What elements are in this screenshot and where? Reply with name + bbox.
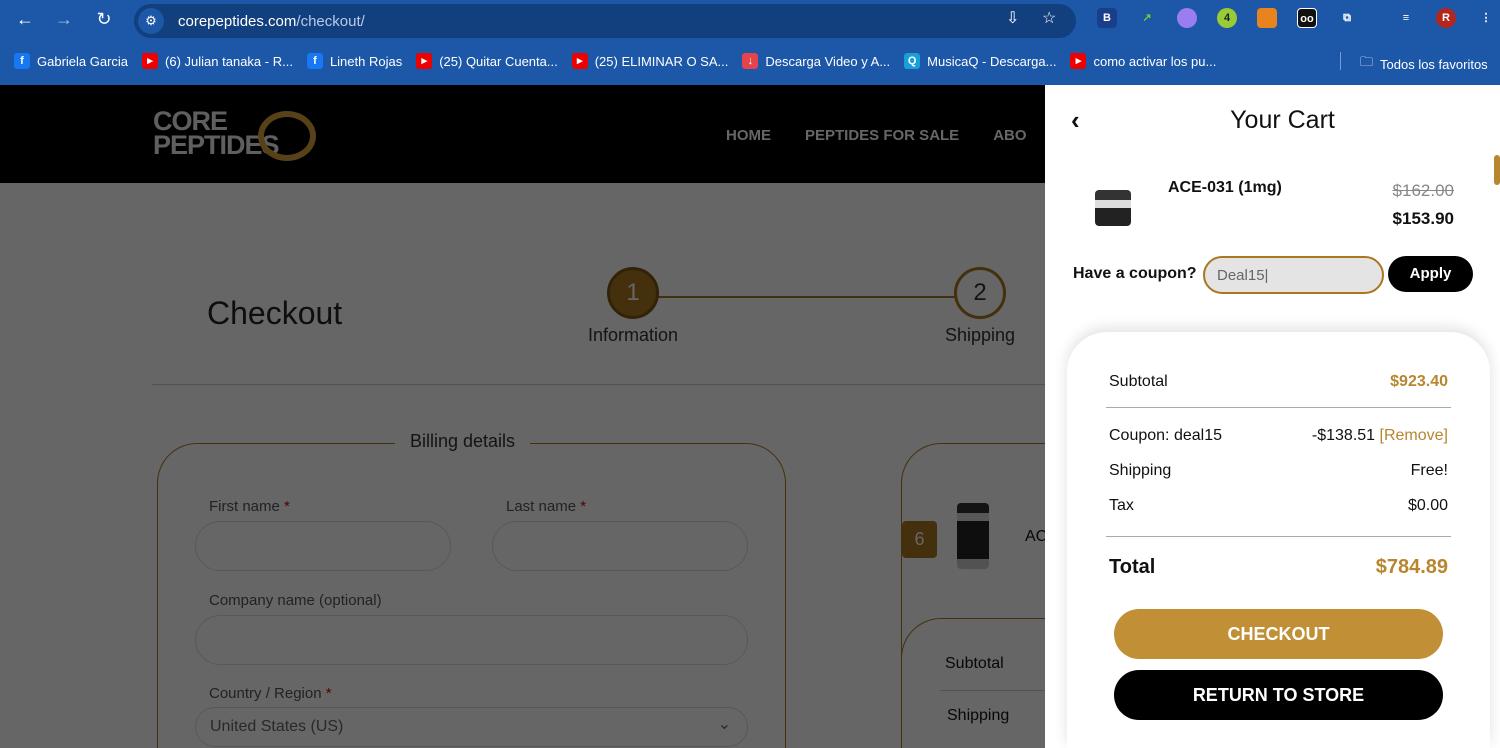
bookmark-item[interactable]: ↓ Descarga Video y A... xyxy=(742,53,890,69)
site-logo[interactable]: CORE PEPTIDES xyxy=(153,108,316,161)
cart-item-image xyxy=(1095,190,1131,226)
bookmark-star-icon[interactable]: ☆ xyxy=(1042,8,1056,28)
youtube-icon: ▸ xyxy=(416,53,433,69)
profile-avatar[interactable]: R xyxy=(1436,8,1456,28)
shipping-value: Free! xyxy=(1410,462,1448,479)
youtube-icon: ▸ xyxy=(142,53,159,69)
company-label: Company name (optional) xyxy=(209,592,382,609)
page-title: Checkout xyxy=(207,295,343,331)
remove-coupon-link[interactable]: [Remove] xyxy=(1380,427,1448,444)
facebook-icon: f xyxy=(306,53,323,69)
coupon-label: Have a coupon? xyxy=(1073,265,1197,282)
nav-home[interactable]: HOME xyxy=(726,127,771,144)
bookmark-item[interactable]: Q MusicaQ - Descarga... xyxy=(904,53,1056,69)
company-input[interactable] xyxy=(195,615,748,665)
bookmark-label: (6) Julian tanaka - R... xyxy=(165,53,293,69)
bookmark-label: Descarga Video y A... xyxy=(765,53,891,69)
country-label: Country / Region * xyxy=(209,685,332,702)
quantity-badge: 6 xyxy=(902,521,937,558)
order-totals-box xyxy=(901,618,1045,748)
extension-glasses-icon[interactable]: oo xyxy=(1297,8,1317,28)
tax-value: $0.00 xyxy=(1407,497,1448,514)
bookmark-item[interactable]: f Gabriela Garcia xyxy=(14,53,128,69)
step-shipping[interactable]: 2 Shipping xyxy=(930,267,1030,346)
total-label: Total xyxy=(1109,556,1156,578)
extension-badge-icon[interactable]: 4 xyxy=(1217,8,1237,28)
extensions-puzzle-icon[interactable]: ⧉ xyxy=(1337,8,1357,28)
bookmark-label: Lineth Rojas xyxy=(329,53,403,69)
tax-label: Tax xyxy=(1109,497,1134,514)
youtube-icon: ▸ xyxy=(571,53,588,69)
bookmark-item[interactable]: ▸ (6) Julian tanaka - R... xyxy=(142,53,293,69)
shipping-label: Shipping xyxy=(1109,462,1172,479)
back-icon[interactable]: ← xyxy=(13,9,37,30)
address-bar[interactable]: ⚙ corepeptides.com/checkout/ xyxy=(134,4,1076,38)
billing-title: Billing details xyxy=(395,431,531,452)
first-name-input[interactable] xyxy=(195,521,451,571)
cart-item-name[interactable]: ACE-031 (1mg) xyxy=(1168,179,1282,197)
site-info-icon[interactable]: ⚙ xyxy=(138,8,164,34)
cart-item-price: $153.90 xyxy=(1392,209,1454,228)
step-connector xyxy=(658,296,958,298)
coupon-line-label: Coupon: deal15 xyxy=(1109,427,1222,444)
bookmark-label: (25) Quitar Cuenta... xyxy=(439,53,558,69)
metamask-icon[interactable] xyxy=(1257,8,1277,28)
cart-drawer: ‹ Your Cart ACE-031 (1mg) $162.00 $153.9… xyxy=(1045,85,1500,748)
cart-totals: Subtotal $923.40 Coupon: deal15 -$138.51 [… xyxy=(1067,332,1490,748)
return-to-store-button[interactable]: RETURN TO STORE xyxy=(1114,670,1443,720)
bookmark-label: MusicaQ - Descarga... xyxy=(927,53,1057,69)
nav-about[interactable]: ABO xyxy=(993,127,1026,144)
folder-icon: 🗀 xyxy=(1360,54,1374,69)
musicaq-icon: Q xyxy=(904,53,921,69)
bookmark-item[interactable]: ▸ (25) Quitar Cuenta... xyxy=(416,53,558,69)
menu-kebab-icon[interactable]: ⋮ xyxy=(1476,8,1496,28)
checkout-page-dimmed[interactable]: CORE PEPTIDES HOME PEPTIDES FOR SALE ABO … xyxy=(0,85,1045,748)
all-bookmarks[interactable]: 🗀 Todos los favoritos xyxy=(1360,53,1488,75)
extension-chart-icon[interactable]: ↗ xyxy=(1137,8,1157,28)
order-shipping-label: Shipping xyxy=(947,707,1010,724)
product-image xyxy=(957,503,989,569)
cart-item-old-price: $162.00 xyxy=(1392,181,1454,200)
country-select[interactable]: United States (US) ⌄ xyxy=(195,707,748,747)
bookmark-label: Gabriela Garcia xyxy=(37,53,129,69)
media-control-icon[interactable]: ≡ xyxy=(1396,8,1416,28)
subtotal-value: $923.40 xyxy=(1390,373,1448,390)
coupon-discount: -$138.51 xyxy=(1311,427,1376,444)
cart-title: Your Cart xyxy=(1230,106,1335,134)
all-bookmarks-label: Todos los favoritos xyxy=(1380,56,1488,72)
facebook-icon: f xyxy=(14,53,30,69)
apply-coupon-button[interactable]: Apply xyxy=(1388,256,1473,292)
extension-shield-icon[interactable]: B xyxy=(1097,8,1117,28)
order-subtotal-label: Subtotal xyxy=(945,655,1004,672)
download-icon: ↓ xyxy=(742,53,759,69)
bookmark-item[interactable]: ▸ como activar los pu... xyxy=(1070,53,1216,69)
subtotal-label: Subtotal xyxy=(1109,373,1168,390)
reload-icon[interactable]: ↻ xyxy=(92,9,116,30)
extension-ghost-icon[interactable] xyxy=(1177,8,1197,28)
last-name-input[interactable] xyxy=(492,521,748,571)
bookmark-label: (25) ELIMINAR O SA... xyxy=(594,53,729,69)
url-path: /checkout/ xyxy=(296,12,365,30)
browser-chrome: ← → ↻ ⚙ corepeptides.com/checkout/ ⇩ ☆ B… xyxy=(0,0,1500,85)
bookmark-item[interactable]: ▸ (25) ELIMINAR O SA... xyxy=(571,53,729,69)
first-name-label: First name * xyxy=(209,498,290,515)
total-value: $784.89 xyxy=(1375,556,1448,578)
cart-scrollbar[interactable] xyxy=(1494,155,1500,185)
coupon-input[interactable]: Deal15| xyxy=(1203,256,1384,294)
bookmark-item[interactable]: f Lineth Rojas xyxy=(306,53,403,69)
install-app-icon[interactable]: ⇩ xyxy=(1006,8,1019,28)
url-host: corepeptides.com xyxy=(178,12,297,30)
forward-icon[interactable]: → xyxy=(52,9,76,30)
site-header: CORE PEPTIDES HOME PEPTIDES FOR SALE ABO xyxy=(0,85,1045,183)
chevron-down-icon: ⌄ xyxy=(717,716,731,733)
nav-peptides-for-sale[interactable]: PEPTIDES FOR SALE xyxy=(805,127,959,144)
bookmarks-bar: f Gabriela Garcia ▸ (6) Julian tanaka - R..… xyxy=(0,48,1216,74)
bookmark-label: como activar los pu... xyxy=(1093,53,1217,69)
order-item-name: AC xyxy=(1025,528,1045,545)
checkout-button[interactable]: CHECKOUT xyxy=(1114,609,1443,659)
youtube-icon: ▸ xyxy=(1070,53,1087,69)
last-name-label: Last name * xyxy=(506,498,587,515)
step-information[interactable]: 1 Information xyxy=(578,267,688,346)
